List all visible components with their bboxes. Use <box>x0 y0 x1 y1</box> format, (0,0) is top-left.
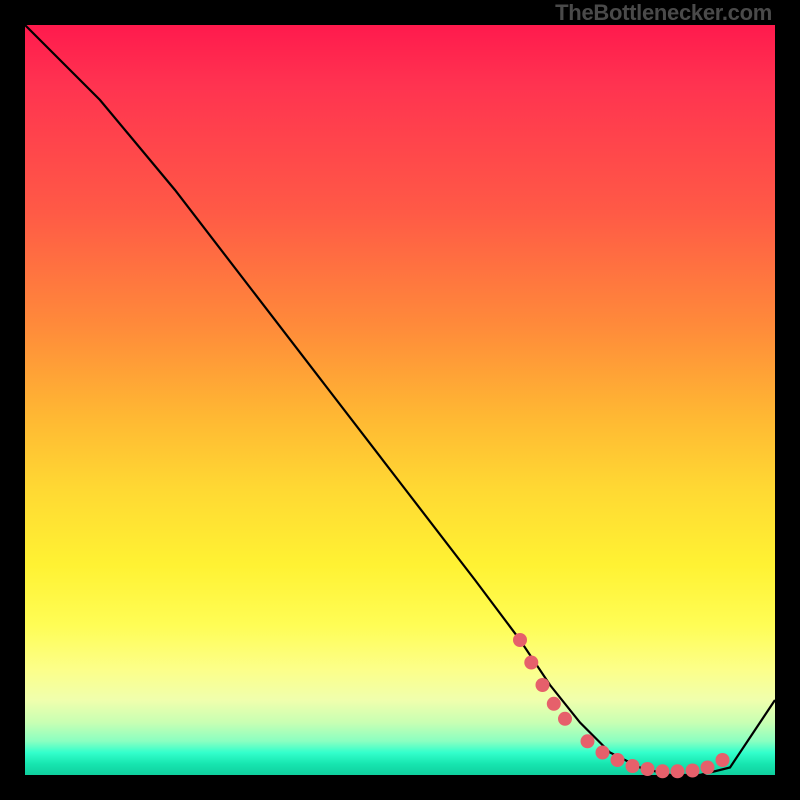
data-point-marker <box>641 762 655 776</box>
data-point-marker <box>581 734 595 748</box>
data-point-marker <box>656 764 670 778</box>
data-point-marker <box>701 761 715 775</box>
data-point-marker <box>716 753 730 767</box>
data-point-marker <box>611 753 625 767</box>
curve-markers <box>513 633 730 778</box>
chart-frame: TheBottlenecker.com <box>0 0 800 800</box>
data-point-marker <box>671 764 685 778</box>
data-point-marker <box>626 759 640 773</box>
data-point-marker <box>536 678 550 692</box>
gradient-plot-area <box>25 25 775 775</box>
watermark-text: TheBottlenecker.com <box>555 0 772 26</box>
data-point-marker <box>547 697 561 711</box>
data-point-marker <box>513 633 527 647</box>
data-point-marker <box>596 746 610 760</box>
data-point-marker <box>524 656 538 670</box>
data-point-marker <box>558 712 572 726</box>
curve-layer <box>25 25 775 775</box>
data-point-marker <box>686 764 700 778</box>
bottleneck-curve <box>25 25 775 775</box>
